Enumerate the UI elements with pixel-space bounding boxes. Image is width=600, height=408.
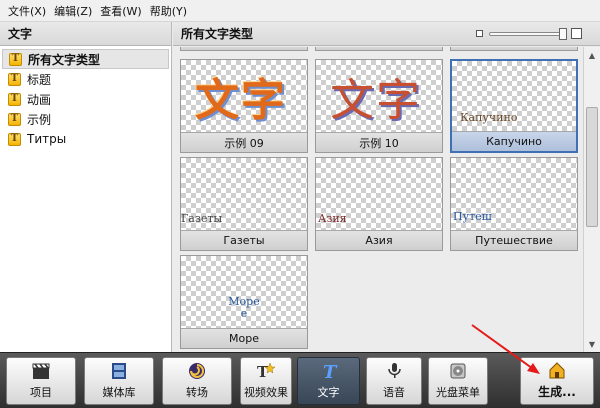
text-type-icon: T bbox=[8, 112, 21, 126]
tile-preview: Путеш bbox=[451, 158, 577, 230]
svg-text:T: T bbox=[323, 362, 338, 381]
tree-item-all[interactable]: T 所有文字类型 bbox=[2, 49, 169, 69]
media-library-button[interactable]: 媒体库 bbox=[84, 357, 154, 405]
tree-item-animation[interactable]: T 动画 bbox=[2, 89, 169, 109]
toolbar-label: 视频效果 bbox=[244, 386, 288, 399]
voice-button[interactable]: 语音 bbox=[366, 357, 422, 405]
text-button[interactable]: T 文字 bbox=[297, 357, 360, 405]
preview-text: Азия bbox=[318, 212, 347, 225]
tree-item-label: 标题 bbox=[27, 72, 52, 87]
generate-icon bbox=[547, 360, 567, 380]
disc-menu-icon bbox=[448, 361, 468, 381]
preset-panel: 所有文字类型 文字 示例 09 文字 示例 10 Капучино Капучи… bbox=[173, 22, 600, 352]
toolbar-label: 文字 bbox=[317, 386, 340, 399]
preset-tile-cappuccino[interactable]: Капучино Капучино bbox=[450, 59, 578, 153]
text-type-icon: T bbox=[8, 132, 21, 146]
text-type-icon: T bbox=[8, 92, 21, 106]
bottom-toolbar: 项目 媒体库 转场 T 视频效果 T 文字 语音 光盘菜单 生成... bbox=[0, 352, 600, 408]
preset-tile-sea[interactable]: Море е Море bbox=[180, 255, 308, 349]
category-tree: T 所有文字类型 T 标题 T 动画 T 示例 T Титры bbox=[0, 46, 171, 149]
tile-cut-off bbox=[180, 47, 308, 51]
preview-text: 文字 bbox=[330, 75, 422, 126]
menu-edit[interactable]: 编辑(Z) bbox=[50, 3, 96, 19]
swirl-icon bbox=[187, 361, 207, 381]
toolbar-label: 项目 bbox=[30, 386, 52, 399]
tile-cut-off bbox=[315, 47, 443, 51]
tile-label: 示例 09 bbox=[181, 132, 307, 152]
category-panel-title: 文字 bbox=[0, 22, 171, 46]
tree-item-examples[interactable]: T 示例 bbox=[2, 109, 169, 129]
project-button[interactable]: 项目 bbox=[6, 357, 76, 405]
category-panel: 文字 T 所有文字类型 T 标题 T 动画 T 示例 T Титры bbox=[0, 22, 172, 352]
vertical-scrollbar[interactable]: ▲ ▼ bbox=[583, 47, 600, 352]
tile-preview: Азия bbox=[316, 158, 442, 230]
tree-item-credits[interactable]: T Титры bbox=[2, 129, 169, 149]
preset-tile-asia[interactable]: Азия Азия bbox=[315, 157, 443, 251]
zoom-small-icon bbox=[476, 30, 483, 37]
preview-text: Газеты bbox=[181, 212, 223, 225]
clapper-icon bbox=[31, 361, 51, 381]
preset-panel-title: 所有文字类型 bbox=[181, 27, 254, 41]
tile-label: Море bbox=[181, 328, 307, 348]
preset-tile-example-10[interactable]: 文字 示例 10 bbox=[315, 59, 443, 153]
zoom-large-icon bbox=[571, 28, 582, 39]
toolbar-label: 转场 bbox=[186, 386, 208, 399]
film-strip-icon bbox=[109, 361, 129, 381]
tile-label: Путешествие bbox=[451, 230, 577, 250]
toolbar-label: 生成... bbox=[538, 385, 576, 399]
preview-text: 文字 bbox=[195, 75, 287, 126]
zoom-track[interactable] bbox=[489, 27, 567, 40]
menu-view[interactable]: 查看(W) bbox=[96, 3, 145, 19]
microphone-icon bbox=[384, 361, 404, 381]
zoom-slider[interactable] bbox=[476, 27, 582, 40]
tree-item-label: 动画 bbox=[27, 92, 52, 107]
toolbar-label: 语音 bbox=[383, 386, 405, 399]
scroll-up-icon[interactable]: ▲ bbox=[584, 47, 600, 63]
tile-preview: 文字 bbox=[316, 60, 442, 132]
preset-tile-newspapers[interactable]: Газеты Газеты bbox=[180, 157, 308, 251]
tile-label: 示例 10 bbox=[316, 132, 442, 152]
tile-preview: Капучино bbox=[452, 61, 576, 133]
zoom-thumb[interactable] bbox=[559, 27, 567, 40]
toolbar-label: 媒体库 bbox=[102, 386, 136, 399]
video-effects-button[interactable]: T 视频效果 bbox=[240, 357, 292, 405]
tree-item-titles[interactable]: T 标题 bbox=[2, 69, 169, 89]
disc-menu-button[interactable]: 光盘菜单 bbox=[428, 357, 488, 405]
preview-text: Капучино bbox=[460, 111, 518, 124]
tree-item-label: 所有文字类型 bbox=[28, 52, 101, 67]
star-effect-icon: T bbox=[256, 361, 276, 381]
tile-cut-off bbox=[450, 47, 578, 51]
text-t-icon: T bbox=[319, 361, 339, 381]
menu-help[interactable]: 帮助(Y) bbox=[146, 3, 191, 19]
preset-grid: 文字 示例 09 文字 示例 10 Капучино Капучино Газе… bbox=[173, 47, 583, 352]
preview-text: Море е bbox=[228, 295, 260, 320]
text-type-icon: T bbox=[8, 72, 21, 86]
toolbar-label: 光盘菜单 bbox=[436, 386, 480, 399]
tile-preview: Газеты bbox=[181, 158, 307, 230]
generate-button[interactable]: 生成... bbox=[520, 357, 594, 405]
text-type-icon: T bbox=[9, 52, 22, 66]
menu-file[interactable]: 文件(X) bbox=[4, 3, 50, 19]
preset-tile-example-09[interactable]: 文字 示例 09 bbox=[180, 59, 308, 153]
tile-preview: 文字 bbox=[181, 60, 307, 132]
preset-tile-travel[interactable]: Путеш Путешествие bbox=[450, 157, 578, 251]
transitions-button[interactable]: 转场 bbox=[162, 357, 232, 405]
tree-item-label: Титры bbox=[27, 132, 67, 146]
scroll-thumb[interactable] bbox=[586, 107, 598, 227]
preview-text: Путеш bbox=[453, 210, 492, 223]
tile-label: Газеты bbox=[181, 230, 307, 250]
preset-panel-header: 所有文字类型 bbox=[173, 22, 600, 46]
menu-bar: 文件(X) 编辑(Z) 查看(W) 帮助(Y) bbox=[0, 0, 600, 22]
scroll-down-icon[interactable]: ▼ bbox=[584, 336, 600, 352]
tile-label: Азия bbox=[316, 230, 442, 250]
tile-preview: Море е bbox=[181, 256, 307, 328]
tree-item-label: 示例 bbox=[27, 112, 52, 127]
tile-label: Капучино bbox=[452, 131, 576, 151]
